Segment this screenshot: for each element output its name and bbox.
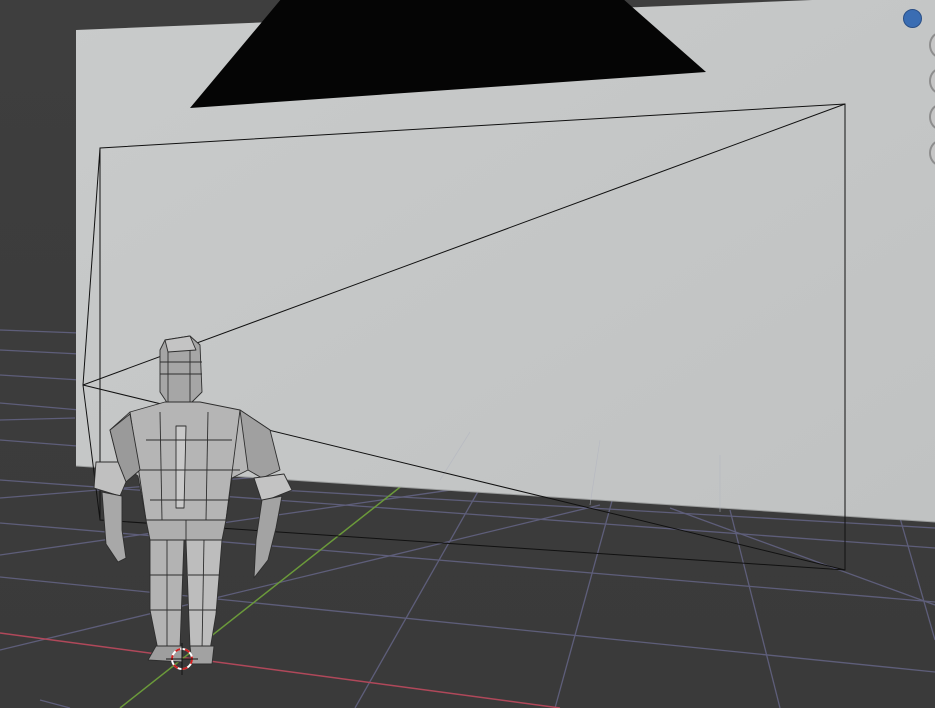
viewport-canvas[interactable] — [0, 0, 935, 708]
3d-viewport[interactable] — [0, 0, 935, 708]
view-toggle-button[interactable] — [903, 9, 922, 28]
